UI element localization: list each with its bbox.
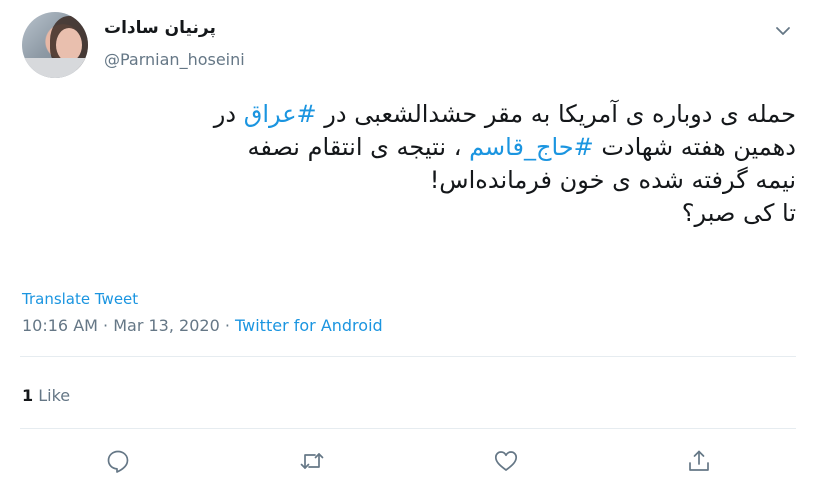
likes-stat[interactable]: 1 Like bbox=[22, 386, 70, 405]
heart-icon[interactable] bbox=[493, 448, 519, 474]
tweet-text-segment: حمله ی دوباره ی آمریکا به مقر حشدالشعبی … bbox=[316, 100, 796, 128]
avatar[interactable] bbox=[22, 12, 88, 78]
hashtag-link[interactable]: #حاج_قاسم bbox=[469, 133, 594, 161]
like-count: 1 bbox=[22, 386, 34, 405]
tweet-meta: 10:16 AM · Mar 13, 2020 · Twitter for An… bbox=[22, 316, 383, 335]
tweet-line-1: حمله ی دوباره ی آمریکا به مقر حشدالشعبی … bbox=[24, 98, 796, 131]
tweet-source-link[interactable]: Twitter for Android bbox=[235, 316, 383, 335]
share-icon[interactable] bbox=[686, 448, 712, 474]
reply-icon[interactable] bbox=[105, 448, 131, 474]
translate-tweet-link[interactable]: Translate Tweet bbox=[22, 290, 138, 308]
tweet-text-segment: دهمین هفته شهادت bbox=[593, 133, 796, 161]
author-handle[interactable]: @Parnian_hoseini bbox=[104, 50, 245, 69]
avatar-scarf bbox=[22, 58, 88, 78]
tweet-line-3: نیمه گرفته شده ی خون فرمانده‌اس! bbox=[429, 166, 796, 194]
tweet-text-segment: ، نتیجه ی انتقام نصفه bbox=[247, 133, 470, 161]
tweet-date[interactable]: Mar 13, 2020 bbox=[113, 316, 220, 335]
divider bbox=[20, 356, 796, 357]
tweet-text-segment: در bbox=[213, 100, 244, 128]
like-label: Like bbox=[38, 386, 71, 405]
meta-separator: · bbox=[97, 316, 114, 335]
retweet-icon[interactable] bbox=[299, 448, 325, 474]
author-display-name[interactable]: پرنیان سادات bbox=[104, 18, 216, 38]
tweet-text: حمله ی دوباره ی آمریکا به مقر حشدالشعبی … bbox=[24, 98, 796, 230]
meta-separator: · bbox=[219, 316, 236, 335]
avatar-face bbox=[56, 28, 82, 62]
hashtag-link[interactable]: #عراق bbox=[244, 100, 317, 128]
tweet-line-2: دهمین هفته شهادت #حاج_قاسم ، نتیجه ی انت… bbox=[24, 131, 796, 164]
tweet-time[interactable]: 10:16 AM bbox=[22, 316, 98, 335]
chevron-down-icon[interactable] bbox=[774, 22, 792, 40]
tweet-line-4: تا کی صبر؟ bbox=[681, 199, 796, 227]
divider bbox=[20, 428, 796, 429]
